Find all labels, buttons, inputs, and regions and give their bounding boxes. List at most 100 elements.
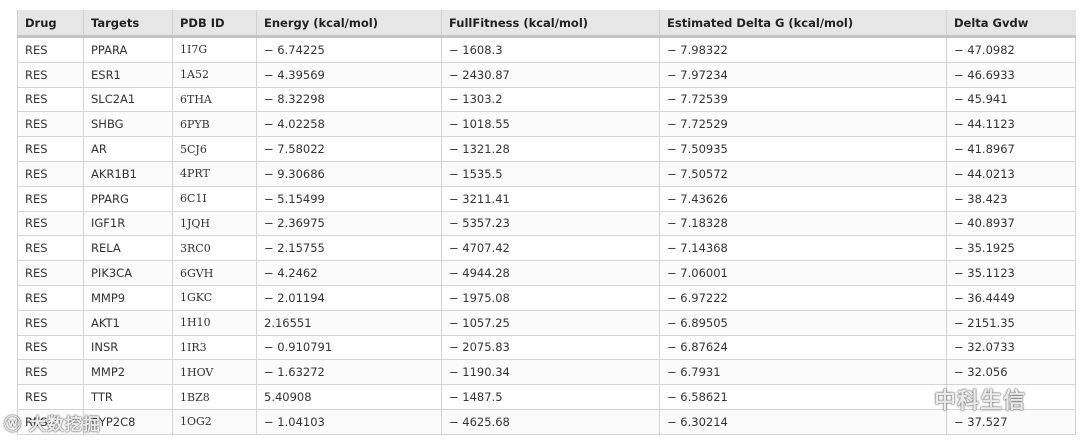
wechat-icon — [890, 389, 924, 409]
watermark-left: ⓦ 大数挖掘 — [4, 410, 101, 435]
table-cell-energy: − 8.32298 — [256, 86, 442, 113]
table-cell-drug: RES — [17, 359, 84, 386]
table-row: RES MMP9 1GKC − 2.01194− 1975.08− 6.97222− … — [17, 284, 1076, 311]
table-row: RES PPARA 1I7G − 6.74225− 1608.3− 7.98322− … — [17, 36, 1076, 63]
table-cell-pdb-id: 1H10 — [172, 309, 257, 336]
column-header-pdb-id: PDB ID — [172, 10, 257, 38]
table-cell-delta-gvdw: − 35.1925 — [946, 235, 1076, 262]
table-cell-energy: − 7.58022 — [256, 136, 442, 162]
table-cell-targets: SHBG — [83, 111, 173, 138]
table-container: Drug Targets PDB ID Energy (kcal/mol) FullFi… — [17, 10, 1076, 435]
table-cell-fullfitness: − 1018.55 — [441, 111, 660, 138]
table-cell-targets: SLC2A1 — [83, 86, 173, 113]
table-cell-delta-gvdw: − 36.4449 — [946, 284, 1076, 311]
table-cell-estimated-delta-g: − 6.7931 — [659, 359, 947, 386]
table-cell-energy: − 2.01194 — [256, 284, 442, 311]
column-header-delta-gvdw: Delta Gvdw — [946, 10, 1076, 38]
table-cell-energy: − 5.15499 — [256, 185, 442, 212]
table-cell-fullfitness: − 2075.83 — [441, 334, 660, 361]
table-cell-fullfitness: − 4707.42 — [441, 235, 660, 262]
table-cell-delta-gvdw: − 41.8967 — [946, 136, 1076, 162]
table-row: RES INSR 1IR3− 0.910791− 2075.83− 6.87624−… — [17, 334, 1076, 361]
table-row: RES PPARG 6C1I − 5.15499− 3211.41− 7.43626−… — [17, 185, 1076, 212]
table-cell-drug: RES — [17, 111, 84, 138]
table-cell-estimated-delta-g: − 6.87624 — [659, 334, 947, 361]
table-cell-drug: RES — [17, 86, 84, 113]
table-header-row: Drug Targets PDB ID Energy (kcal/mol) FullFi… — [17, 10, 1076, 38]
table-cell-pdb-id: 1A52 — [172, 61, 257, 88]
table-cell-drug: RES — [17, 185, 84, 212]
column-header-drug: Drug — [17, 10, 84, 38]
table-cell-drug: RES — [17, 61, 84, 88]
table-cell-pdb-id: 1IR3 — [172, 334, 257, 361]
table-cell-energy: − 1.63272 — [256, 359, 442, 386]
table-row: RES PIK3CA 6GVH − 4.2462− 4944.28− 7.06001−… — [17, 260, 1076, 286]
table-cell-pdb-id: 3RC0 — [172, 235, 257, 262]
table-cell-drug: RES — [17, 210, 84, 237]
table-cell-fullfitness: − 2430.87 — [441, 61, 660, 88]
table-cell-targets: IGF1R — [83, 210, 173, 237]
table-cell-estimated-delta-g: − 7.43626 — [659, 185, 947, 212]
table-row: RES RELA 3RC0− 2.15755− 4707.42− 7.14368− … — [17, 235, 1076, 262]
table-cell-fullfitness: − 1190.34 — [441, 359, 660, 386]
table-cell-energy: − 2.36975 — [256, 210, 442, 237]
weibo-icon: ⓦ — [4, 415, 22, 435]
table-cell-delta-gvdw: − 45.941 — [946, 86, 1076, 113]
column-header-estimated-delta-g: Estimated Delta G (kcal/mol) — [659, 10, 947, 38]
table-cell-fullfitness: − 1975.08 — [441, 284, 660, 311]
table-cell-drug: RES — [17, 309, 84, 336]
table-cell-estimated-delta-g: − 7.97234 — [659, 61, 947, 88]
watermark-left-text: 大数挖掘 — [28, 415, 101, 435]
table-cell-drug: RES — [17, 36, 84, 63]
table-cell-drug: RES — [17, 235, 84, 262]
table-cell-delta-gvdw: − 35.1123 — [946, 260, 1076, 286]
table-cell-estimated-delta-g: − 6.89505 — [659, 309, 947, 336]
table-cell-targets: MMP9 — [83, 284, 173, 311]
table-cell-delta-gvdw: − 38.423 — [946, 185, 1076, 212]
table-cell-delta-gvdw: − 32.0733 — [946, 334, 1076, 361]
column-header-fullfitness: FullFitness (kcal/mol) — [441, 10, 660, 38]
table-cell-energy: − 6.74225 — [256, 36, 442, 63]
table-cell-targets: INSR — [83, 334, 173, 361]
table-cell-estimated-delta-g: − 7.50572 — [659, 160, 947, 187]
table-cell-estimated-delta-g: − 6.97222 — [659, 284, 947, 311]
table-cell-delta-gvdw: − 2151.35 — [946, 309, 1076, 336]
table-cell-drug: RES — [17, 136, 84, 162]
table-cell-targets: PIK3CA — [83, 260, 173, 286]
table-cell-delta-gvdw: − 44.0213 — [946, 160, 1076, 187]
table-cell-targets: PPARG — [83, 185, 173, 212]
table-row: RES IGF1R 1JQH − 2.36975− 5357.23− 7.18328−… — [17, 210, 1076, 237]
table-cell-pdb-id: 6THA — [172, 86, 257, 113]
table-cell-estimated-delta-g: − 7.98322 — [659, 36, 947, 63]
table-cell-delta-gvdw: − 44.1123 — [946, 111, 1076, 138]
table-cell-pdb-id: 6C1I — [172, 185, 257, 212]
table-row: RES AKT1 1H10 2.16551− 1057.25− 6.89505− 21… — [17, 309, 1076, 336]
column-header-targets: Targets — [83, 10, 173, 38]
table-cell-energy: 5.40908 — [256, 384, 442, 410]
table-cell-estimated-delta-g: − 7.72529 — [659, 111, 947, 138]
table-row: RES AKR1B1 4PRT − 9.30686− 1535.5− 7.50572−… — [17, 160, 1076, 187]
table-cell-drug: RES — [17, 284, 84, 311]
table-cell-fullfitness: − 3211.41 — [441, 185, 660, 212]
table-cell-drug: RES — [17, 160, 84, 187]
table-cell-energy: − 4.02258 — [256, 111, 442, 138]
table-cell-targets: PPARA — [83, 36, 173, 63]
table-cell-delta-gvdw: − 46.6933 — [946, 61, 1076, 88]
table-cell-pdb-id: 1GKC — [172, 284, 257, 311]
table-row: RES SHBG 6PYB − 4.02258− 1018.55− 7.72529− … — [17, 111, 1076, 138]
table-cell-energy: − 4.39569 — [256, 61, 442, 88]
table-cell-pdb-id: 1HOV — [172, 359, 257, 386]
table-cell-fullfitness: − 5357.23 — [441, 210, 660, 237]
table-cell-drug: RES — [17, 334, 84, 361]
table-row: RES SLC2A1 6THA − 8.32298− 1303.2− 7.72539−… — [17, 86, 1076, 113]
table-cell-energy: − 0.910791 — [256, 334, 442, 361]
table-cell-targets: AKT1 — [83, 309, 173, 336]
table-cell-targets: ESR1 — [83, 61, 173, 88]
table-cell-estimated-delta-g: − 7.72539 — [659, 86, 947, 113]
table-cell-energy: − 9.30686 — [256, 160, 442, 187]
table-cell-estimated-delta-g: − 7.50935 — [659, 136, 947, 162]
table-row: RES ESR1 1A52− 4.39569− 2430.87− 7.97234− … — [17, 61, 1076, 88]
table-cell-estimated-delta-g: − 7.14368 — [659, 235, 947, 262]
column-header-energy: Energy (kcal/mol) — [256, 10, 442, 38]
table-cell-targets: AR — [83, 136, 173, 162]
